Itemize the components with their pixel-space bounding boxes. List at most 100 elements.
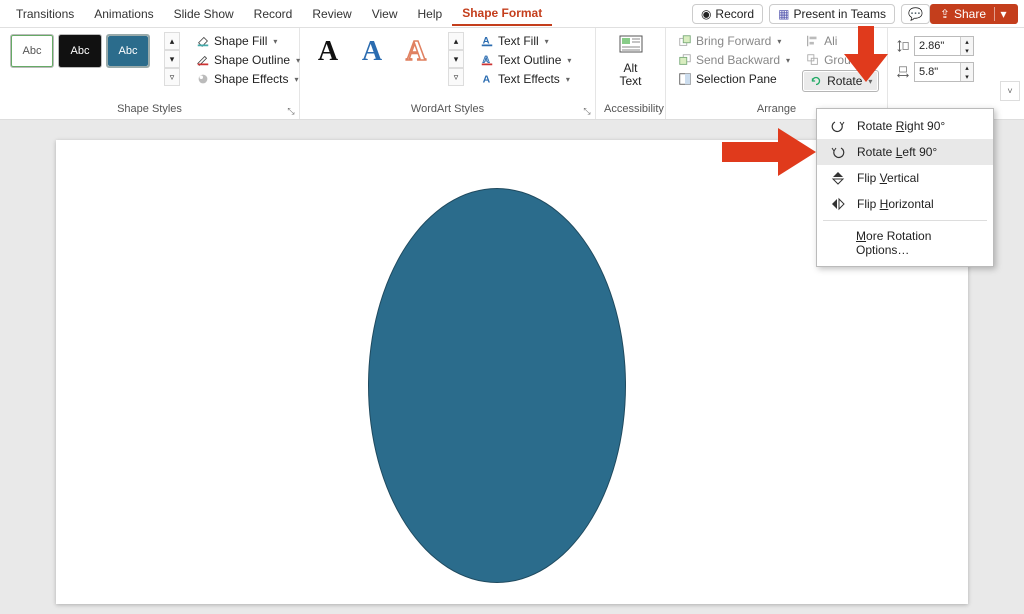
shape-outline-label: Shape Outline <box>214 53 290 67</box>
shape-effects-icon <box>196 72 210 86</box>
tab-review[interactable]: Review <box>302 3 361 25</box>
collapse-ribbon-button[interactable]: ˅ <box>1000 81 1020 101</box>
flip-vertical-icon <box>829 170 847 186</box>
caret-icon: ▾ <box>567 56 571 65</box>
text-fill-label: Text Fill <box>498 34 539 48</box>
flip-horizontal-icon <box>829 196 847 212</box>
shape-outline-button[interactable]: Shape Outline▾ <box>192 51 304 69</box>
style-thumb-2[interactable]: Abc <box>58 34 102 68</box>
text-effects-icon: A <box>480 72 494 86</box>
text-outline-button[interactable]: A Text Outline ▾ <box>476 51 575 69</box>
wordart-thumb-1[interactable]: A <box>308 32 348 72</box>
share-button[interactable]: ⇪ Share ▾ <box>930 4 1018 24</box>
menu-rotate-left[interactable]: Rotate Left 90° <box>817 139 993 165</box>
menu-more-rotation-label: More Rotation Options… <box>856 229 981 257</box>
spin-up-icon[interactable]: ▴ <box>961 63 973 72</box>
top-tabs-bar: Transitions Animations Slide Show Record… <box>0 0 1024 28</box>
style-thumb-1[interactable]: Abc <box>10 34 54 68</box>
tab-shape-format[interactable]: Shape Format <box>452 2 552 26</box>
record-label: Record <box>715 7 754 21</box>
present-in-teams-button[interactable]: ▦ Present in Teams <box>769 4 895 24</box>
annotation-arrow-down <box>844 26 888 82</box>
group-label-shape-styles: Shape Styles <box>8 101 291 117</box>
send-backward-icon <box>678 53 692 67</box>
spin-up-icon[interactable]: ▴ <box>961 37 973 46</box>
style-thumb-3[interactable]: Abc <box>106 34 150 68</box>
rotate-dropdown-menu: Rotate Right 90° Rotate Left 90° Flip Ve… <box>816 108 994 267</box>
group-accessibility: Alt Text Accessibility <box>596 28 666 119</box>
shape-style-gallery[interactable]: Abc Abc Abc <box>8 32 152 70</box>
gallery-up-icon[interactable]: ▴ <box>448 32 464 50</box>
record-icon: ◉ <box>701 7 711 21</box>
comments-button[interactable]: 💬 <box>901 4 930 24</box>
menu-rotate-left-label: Rotate Left 90° <box>857 145 937 159</box>
svg-text:A: A <box>483 74 491 86</box>
shape-height-input[interactable]: 2.86" ▴▾ <box>914 36 974 56</box>
oval-shape[interactable] <box>368 188 626 583</box>
text-fill-button[interactable]: A Text Fill▾ <box>476 32 575 50</box>
gallery-more-icon[interactable]: ▿ <box>448 68 464 86</box>
shape-effects-button[interactable]: Shape Effects ▾ <box>192 70 304 88</box>
menu-flip-vertical[interactable]: Flip Vertical <box>817 165 993 191</box>
send-backward-label: Send Backward <box>696 53 780 67</box>
tab-record[interactable]: Record <box>244 3 303 25</box>
wordart-launcher-icon[interactable]: ⤡ <box>581 105 593 117</box>
group-size: 2.86" ▴▾ 5.8" ▴▾ ⤡ <box>888 28 988 119</box>
alt-text-icon <box>617 32 645 60</box>
menu-more-rotation[interactable]: More Rotation Options… <box>817 224 993 262</box>
alt-text-button[interactable]: Alt Text <box>605 32 657 88</box>
share-label: Share <box>954 7 986 21</box>
tab-transitions[interactable]: Transitions <box>6 3 84 25</box>
text-effects-button[interactable]: A Text Effects▾ <box>476 70 575 88</box>
shape-fill-icon <box>196 34 210 48</box>
shape-height-value: 2.86" <box>915 40 960 52</box>
shape-height-row: 2.86" ▴▾ <box>896 36 974 56</box>
rotate-icon <box>809 74 823 88</box>
rotate-left-icon <box>829 144 847 160</box>
send-backward-button[interactable]: Send Backward ▾ <box>674 51 794 69</box>
tab-help[interactable]: Help <box>408 3 453 25</box>
spin-down-icon[interactable]: ▾ <box>961 46 973 55</box>
caret-icon: ▾ <box>786 56 790 65</box>
shape-fill-button[interactable]: Shape Fill▾ <box>192 32 304 50</box>
wordart-gallery-controls: ▴ ▾ ▿ <box>448 32 464 86</box>
tab-slide-show[interactable]: Slide Show <box>164 3 244 25</box>
gallery-down-icon[interactable]: ▾ <box>448 50 464 68</box>
wordart-thumb-3[interactable]: A <box>396 32 436 72</box>
menu-flip-horizontal[interactable]: Flip Horizontal <box>817 191 993 217</box>
selection-pane-button[interactable]: Selection Pane <box>674 70 794 88</box>
shape-styles-launcher-icon[interactable]: ⤡ <box>285 105 297 117</box>
shape-width-input[interactable]: 5.8" ▴▾ <box>914 62 974 82</box>
bring-forward-button[interactable]: Bring Forward▾ <box>674 32 794 50</box>
alt-text-label2: Text <box>619 75 641 88</box>
text-effects-label: Text Effects <box>498 72 560 86</box>
group-label-accessibility: Accessibility <box>604 101 657 117</box>
wordart-thumb-2[interactable]: A <box>352 32 392 72</box>
menu-flip-vertical-label: Flip Vertical <box>857 171 919 185</box>
tab-animations[interactable]: Animations <box>84 3 163 25</box>
gallery-up-icon[interactable]: ▴ <box>164 32 180 50</box>
gallery-more-icon[interactable]: ▿ <box>164 68 180 86</box>
caret-icon: ▾ <box>273 37 277 46</box>
group-shape-styles: Abc Abc Abc ▴ ▾ ▿ Shape Fill▾ Shape Outl… <box>0 28 300 119</box>
shape-outline-icon <box>196 53 210 67</box>
width-icon <box>896 65 910 79</box>
record-button[interactable]: ◉ Record <box>692 4 763 24</box>
bring-forward-icon <box>678 34 692 48</box>
caret-icon: ▾ <box>295 75 299 84</box>
share-caret-icon[interactable]: ▾ <box>994 7 1008 21</box>
text-outline-label: Text Outline <box>498 53 561 67</box>
spin-down-icon[interactable]: ▾ <box>961 72 973 81</box>
shape-effects-label: Shape Effects <box>214 72 289 86</box>
text-outline-icon: A <box>480 53 494 67</box>
rotate-right-icon <box>829 118 847 134</box>
shape-width-value: 5.8" <box>915 66 960 78</box>
tab-view[interactable]: View <box>362 3 408 25</box>
gallery-down-icon[interactable]: ▾ <box>164 50 180 68</box>
share-icon: ⇪ <box>940 7 950 21</box>
menu-rotate-right-label: Rotate Right 90° <box>857 119 945 133</box>
group-icon <box>806 53 820 67</box>
menu-rotate-right[interactable]: Rotate Right 90° <box>817 113 993 139</box>
align-icon <box>806 34 820 48</box>
wordart-gallery[interactable]: A A A <box>308 32 436 72</box>
